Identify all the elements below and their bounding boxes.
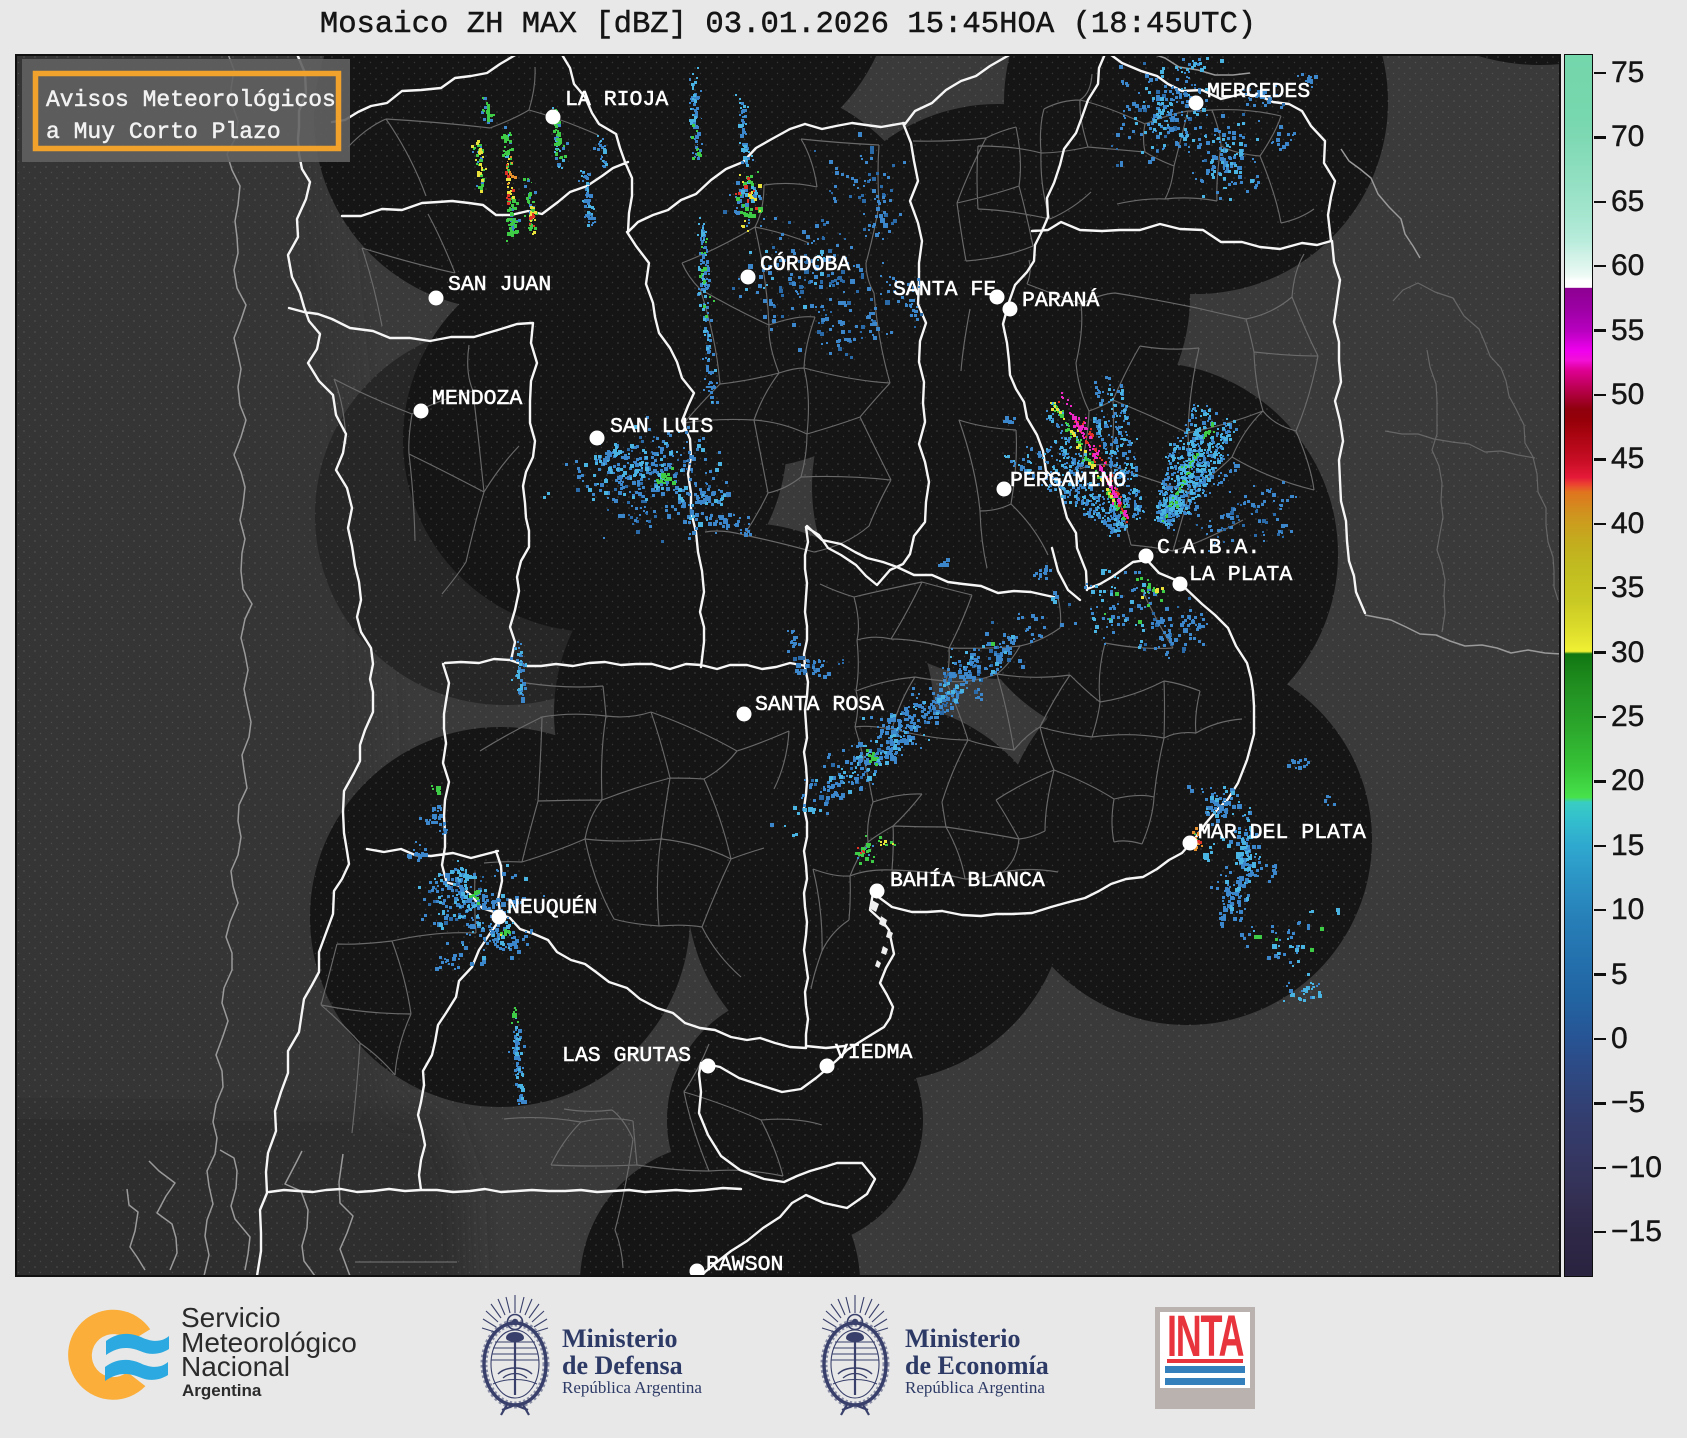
svg-text:MAR DEL PLATA: MAR DEL PLATA bbox=[1198, 821, 1366, 845]
svg-text:SANTA ROSA: SANTA ROSA bbox=[755, 693, 884, 717]
svg-text:MERCEDES: MERCEDES bbox=[1207, 80, 1310, 104]
svg-text:LA RIOJA: LA RIOJA bbox=[565, 88, 668, 112]
svg-text:CÓRDOBA: CÓRDOBA bbox=[760, 251, 850, 277]
svg-text:PARANÁ: PARANÁ bbox=[1022, 287, 1100, 313]
svg-text:Avisos Meteorológicos: Avisos Meteorológicos bbox=[46, 87, 336, 113]
svg-text:BAHÍA BLANCA: BAHÍA BLANCA bbox=[890, 867, 1045, 893]
svg-text:LAS GRUTAS: LAS GRUTAS bbox=[562, 1044, 691, 1068]
svg-text:LA PLATA: LA PLATA bbox=[1189, 563, 1292, 587]
svg-text:PERGAMINO: PERGAMINO bbox=[1010, 469, 1126, 493]
svg-text:C.A.B.A.: C.A.B.A. bbox=[1157, 536, 1260, 560]
svg-text:MENDOZA: MENDOZA bbox=[432, 387, 522, 411]
svg-text:RAWSON: RAWSON bbox=[706, 1253, 783, 1277]
svg-text:SAN JUAN: SAN JUAN bbox=[448, 273, 551, 297]
svg-text:SANTA FE: SANTA FE bbox=[893, 278, 996, 302]
svg-text:a Muy Corto Plazo: a Muy Corto Plazo bbox=[46, 119, 281, 145]
svg-text:VIEDMA: VIEDMA bbox=[835, 1041, 913, 1065]
svg-text:NEUQUÉN: NEUQUÉN bbox=[507, 894, 597, 920]
svg-text:SAN LUIS: SAN LUIS bbox=[610, 415, 713, 439]
